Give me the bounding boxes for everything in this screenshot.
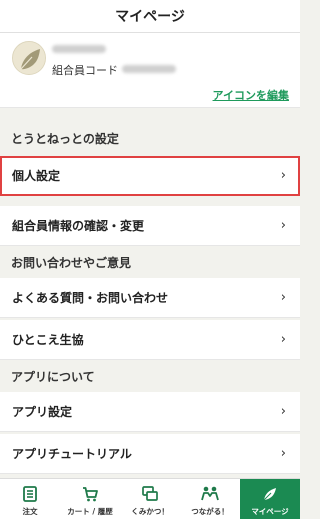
member-code-label: 組合員コード [52,64,118,77]
tab-cart-history[interactable]: カート / 履歴 [60,479,120,519]
section-toto-settings: とうとねっとの設定 [11,131,119,146]
tab-tsunagaru-label: つながる！ [191,507,229,516]
section-inquiry: お問い合わせやご意見 [11,255,132,270]
user-name-redacted [52,45,106,53]
tutorial-label: アプリチュートリアル [12,447,132,461]
hitokoe-label: ひとこえ生協 [12,333,84,347]
tab-mypage[interactable]: マイページ [240,479,300,519]
tab-tsunagaru[interactable]: つながる！ [180,479,240,519]
chevron-right-icon: › [280,332,286,347]
chevron-right-icon: › [280,168,286,183]
tab-order[interactable]: 注文 [0,479,60,519]
section-app: アプリについて [11,369,95,384]
app-settings-row[interactable]: アプリ設定 › [0,392,300,432]
member-info-row[interactable]: 組合員情報の確認・変更 › [0,206,300,246]
tab-mypage-label: マイページ [251,507,289,516]
people-icon [200,484,220,504]
tab-kumikatsu[interactable]: くみかつ！ [120,479,180,519]
chevron-right-icon: › [280,218,286,233]
member-info-label: 組合員情報の確認・変更 [12,219,145,233]
faq-row[interactable]: よくある質問・お問い合わせ › [0,278,300,318]
edit-icon-link[interactable]: アイコンを編集 [213,87,289,103]
app-settings-label: アプリ設定 [12,405,73,419]
avatar[interactable] [12,41,46,75]
personal-settings-row[interactable]: 個人設定 › [0,156,300,196]
order-list-icon [20,484,40,504]
chat-icon [140,484,160,504]
profile-card: 組合員コード アイコンを編集 [0,33,300,108]
chevron-right-icon: › [280,290,286,305]
chevron-right-icon: › [280,446,286,461]
personal-settings-label: 個人設定 [12,169,61,183]
avatar-leaf-icon [13,42,45,74]
mypage-icon [260,484,280,504]
tab-kumikatsu-label: くみかつ！ [131,507,169,516]
hitokoe-row[interactable]: ひとこえ生協 › [0,320,300,360]
faq-label: よくある質問・お問い合わせ [12,291,169,305]
chevron-right-icon: › [280,404,286,419]
member-code-redacted [122,65,176,73]
bottom-tab-bar: 注文 カート / 履歴 くみかつ！ つながる！ マイページ [0,478,300,519]
page-title: マイページ [115,9,185,25]
tutorial-row[interactable]: アプリチュートリアル › [0,434,300,474]
header: マイページ [0,0,300,33]
tab-cart-history-label: カート / 履歴 [67,507,113,516]
tab-order-label: 注文 [22,507,38,516]
cart-icon [80,484,100,504]
